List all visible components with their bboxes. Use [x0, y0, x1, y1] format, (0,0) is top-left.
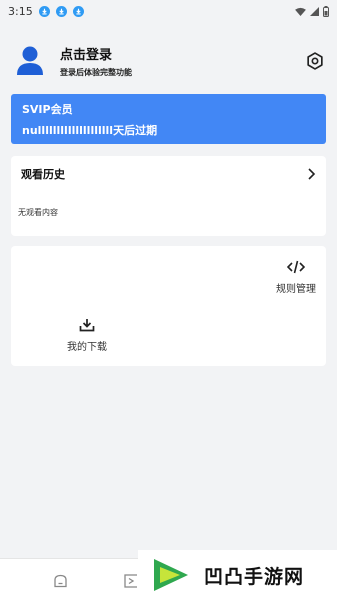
chevron-right-icon[interactable] — [306, 168, 316, 180]
rules-management-button[interactable]: 规则管理 — [276, 260, 316, 295]
code-icon — [287, 260, 305, 274]
login-subtitle: 登录后体验完整功能 — [60, 68, 132, 77]
signal-icon — [310, 6, 319, 16]
download-tray-icon — [79, 319, 95, 332]
site-watermark: 凹凸手游网 — [138, 550, 337, 600]
my-downloads-button[interactable]: 我的下载 — [67, 318, 107, 353]
watch-history-header[interactable]: 观看历史 — [11, 156, 326, 182]
watch-history-card: 观看历史 无观看内容 — [11, 156, 326, 236]
download-icon — [38, 5, 50, 17]
settings-icon[interactable] — [305, 51, 325, 71]
tools-card: 规则管理 我的下载 — [11, 246, 326, 366]
status-time: 3:15 — [8, 4, 33, 18]
vip-title: SVIP会员 — [22, 103, 73, 116]
watermark-text: 凹凸手游网 — [204, 565, 305, 588]
download-icon — [55, 5, 67, 17]
battery-icon — [323, 5, 329, 17]
profile-header[interactable]: 点击登录 登录后体验完整功能 — [16, 40, 325, 82]
watch-history-title: 观看历史 — [21, 168, 65, 181]
status-bar: 3:15 — [0, 0, 337, 22]
rules-management-label: 规则管理 — [276, 284, 316, 295]
play-icon[interactable] — [124, 574, 138, 588]
wifi-icon — [295, 7, 306, 16]
my-downloads-label: 我的下载 — [67, 342, 107, 353]
watch-history-empty: 无观看内容 — [18, 208, 58, 217]
home-icon[interactable] — [53, 574, 68, 588]
watermark-logo — [154, 559, 188, 591]
person-icon — [17, 46, 43, 75]
login-title[interactable]: 点击登录 — [60, 44, 305, 63]
vip-expire-text: nullllllllllllllllllll天后过期 — [22, 124, 158, 137]
download-icon — [72, 5, 84, 17]
vip-card[interactable]: SVIP会员 nullllllllllllllllllll天后过期 — [11, 94, 326, 144]
